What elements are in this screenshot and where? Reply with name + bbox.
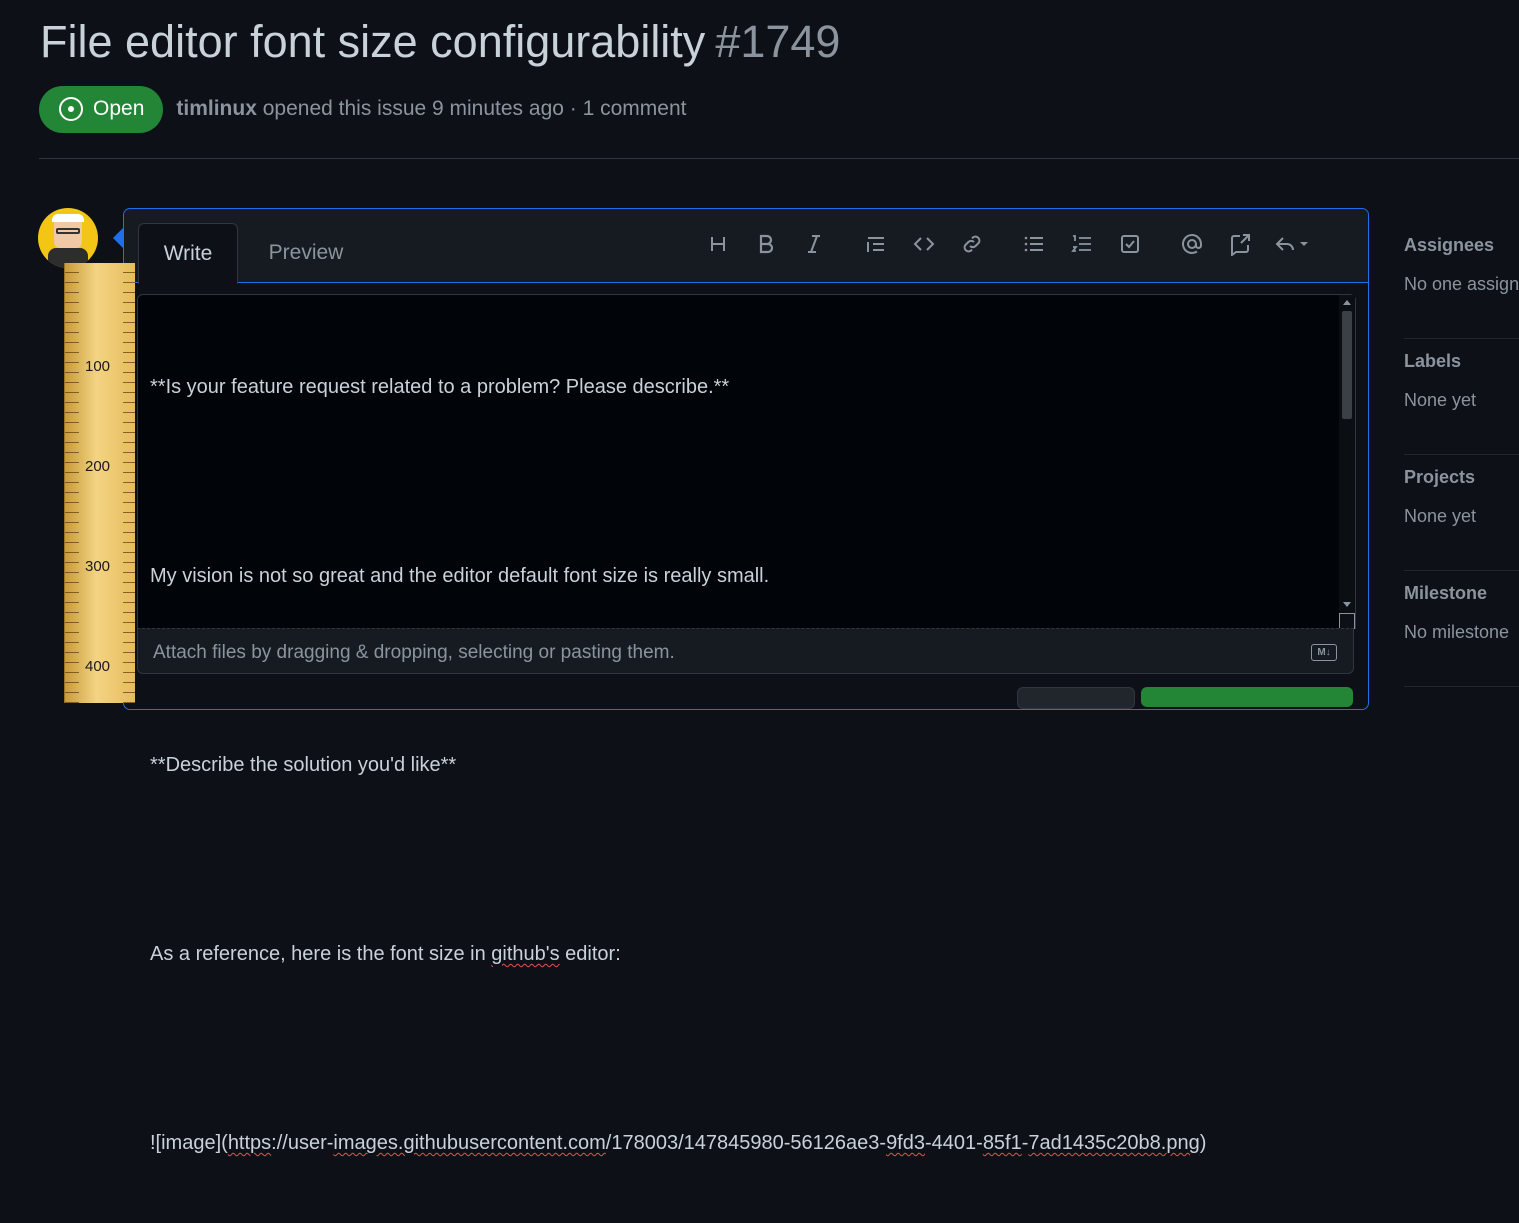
tab-preview[interactable]: Preview: [254, 223, 358, 282]
sidebar-value: No milestone: [1404, 622, 1510, 642]
scroll-down-arrow-icon[interactable]: [1343, 602, 1351, 607]
sidebar-heading[interactable]: Labels: [1404, 351, 1461, 372]
editor-line: **Is your feature request related to a p…: [150, 376, 730, 398]
editor-line: ![image](https://user-images.githubuserc…: [150, 1132, 1207, 1154]
heading-icon[interactable]: [694, 229, 742, 259]
issue-title-text: File editor font size configurability: [40, 16, 706, 67]
state-badge: Open: [39, 85, 164, 133]
editor-scrollbar[interactable]: [1339, 295, 1355, 629]
sidebar-value: None yet: [1404, 390, 1477, 410]
markdown-toolbar: [694, 229, 1320, 259]
ruler-label: 300: [85, 558, 111, 575]
author-link[interactable]: timlinux: [176, 97, 257, 120]
comment-textarea[interactable]: **Is your feature request related to a p…: [137, 294, 1356, 1154]
sidebar-milestone[interactable]: Milestone No milestone: [1404, 571, 1519, 687]
editor-line: **Describe the solution you'd like**: [150, 754, 457, 776]
issue-meta: Open timlinux opened this issue 9 minute…: [39, 85, 686, 133]
comment-header: Write Preview: [124, 209, 1368, 284]
issue-number: #1749: [715, 16, 841, 67]
reply-icon[interactable]: [1264, 229, 1320, 259]
state-label: Open: [93, 97, 145, 120]
comment-caret: [113, 228, 123, 248]
quote-icon[interactable]: [852, 229, 900, 259]
sidebar-value: None yet: [1404, 506, 1477, 526]
submit-button[interactable]: [1141, 687, 1353, 707]
avatar[interactable]: [38, 208, 98, 268]
meta-rest: opened this issue 9 minutes ago · 1 comm…: [256, 97, 687, 120]
italic-icon[interactable]: [790, 229, 838, 259]
attach-files-text: Attach files by dragging & dropping, sel…: [153, 642, 675, 663]
ruler-overlay[interactable]: 100 200 300 400: [64, 263, 135, 703]
issue-sidebar: Assignees No one assign Labels None yet …: [1404, 223, 1519, 687]
reference-icon[interactable]: [1216, 229, 1264, 259]
ruler-label: 200: [85, 458, 111, 475]
ruler-label: 400: [85, 658, 111, 675]
sidebar-value: No one assign: [1404, 274, 1519, 294]
scrollbar-thumb[interactable]: [1342, 311, 1352, 419]
sidebar-assignees[interactable]: Assignees No one assign: [1404, 223, 1519, 339]
editor-line: As a reference, here is the font size in…: [150, 943, 621, 965]
bulleted-list-icon[interactable]: [1010, 229, 1058, 259]
tab-write[interactable]: Write: [138, 223, 238, 284]
issue-meta-text: timlinux opened this issue 9 minutes ago…: [176, 97, 686, 121]
sidebar-heading[interactable]: Assignees: [1404, 235, 1494, 256]
editor-line: My vision is not so great and the editor…: [150, 565, 770, 587]
link-icon[interactable]: [948, 229, 996, 259]
editor-text: **Is your feature request related to a p…: [150, 309, 1206, 1223]
sidebar-heading[interactable]: Milestone: [1404, 583, 1487, 604]
cancel-button[interactable]: [1017, 687, 1135, 709]
ruler-label: 100: [85, 358, 111, 375]
sidebar-heading[interactable]: Projects: [1404, 467, 1475, 488]
issue-opened-icon: [59, 97, 83, 121]
header-divider: [39, 158, 1519, 159]
sidebar-projects[interactable]: Projects None yet: [1404, 455, 1519, 571]
attach-files-bar[interactable]: Attach files by dragging & dropping, sel…: [137, 628, 1354, 674]
scroll-up-arrow-icon[interactable]: [1343, 300, 1351, 305]
issue-title: File editor font size configurability #17…: [40, 16, 840, 68]
markdown-icon[interactable]: M↓: [1311, 644, 1337, 661]
code-icon[interactable]: [900, 229, 948, 259]
task-list-icon[interactable]: [1106, 229, 1154, 259]
numbered-list-icon[interactable]: [1058, 229, 1106, 259]
resize-handle-icon[interactable]: [1339, 613, 1355, 629]
sidebar-labels[interactable]: Labels None yet: [1404, 339, 1519, 455]
bold-icon[interactable]: [742, 229, 790, 259]
mention-icon[interactable]: [1168, 229, 1216, 259]
